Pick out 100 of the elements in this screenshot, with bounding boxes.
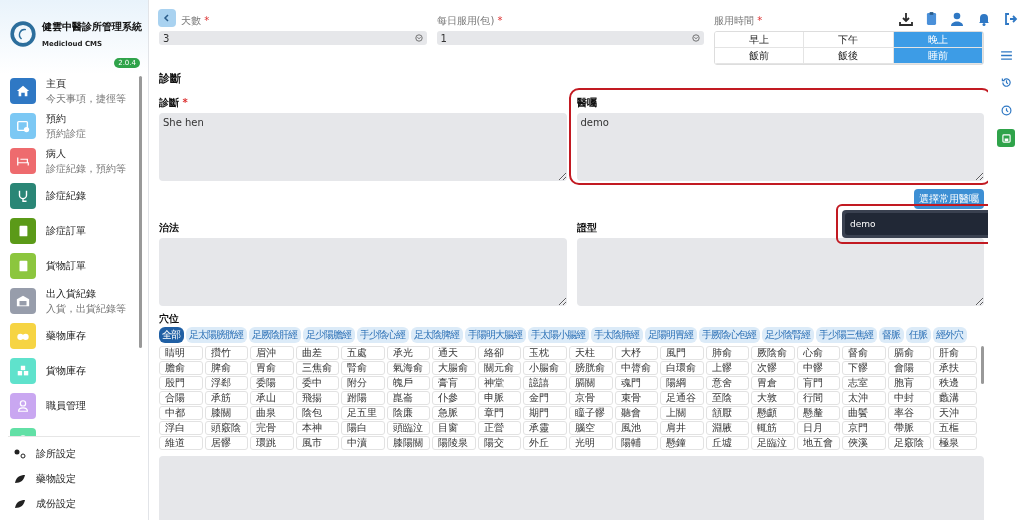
acupoint-option[interactable]: 白環俞: [660, 361, 704, 375]
nav-item[interactable]: 診症訂單: [10, 216, 139, 246]
nav-item[interactable]: 出入貨紀錄 入貨，出貨紀錄等: [10, 286, 139, 316]
acupoint-option[interactable]: 飛揚: [295, 391, 340, 405]
acupoint-option[interactable]: 陽輔: [614, 436, 659, 450]
acupoint-option[interactable]: 三焦俞: [295, 361, 340, 375]
nav-item[interactable]: 貨物訂單: [10, 251, 139, 281]
select-field[interactable]: 3: [159, 31, 427, 45]
acupoint-option[interactable]: 中都: [159, 406, 203, 420]
nav-item[interactable]: 預約 預約診症: [10, 111, 139, 141]
acupoint-option[interactable]: 下髎: [842, 361, 886, 375]
acupoint-option[interactable]: 頭臨泣: [386, 421, 431, 435]
acupoint-option[interactable]: 委中: [295, 376, 340, 390]
acupoint-option[interactable]: 膽俞: [159, 361, 203, 375]
suggestion-item[interactable]: demo: [845, 213, 988, 235]
menu-icon[interactable]: [1000, 51, 1012, 60]
acupoint-option[interactable]: 行間: [796, 391, 841, 405]
text-area[interactable]: She hen: [159, 113, 567, 181]
acupoint-option[interactable]: 外丘: [523, 436, 567, 450]
acupoint-option[interactable]: 瞳子髎: [569, 406, 613, 420]
acupoint-option[interactable]: 通天: [432, 346, 476, 360]
acupoint-option[interactable]: 中膂俞: [614, 361, 659, 375]
meridian-tab[interactable]: 手厥陰心包經: [699, 327, 760, 343]
acupoint-option[interactable]: 曲鬢: [842, 406, 886, 420]
acupoint-option[interactable]: 脾俞: [204, 361, 249, 375]
settings-link[interactable]: 藥物設定: [14, 466, 140, 491]
acupoint-option[interactable]: 魂門: [614, 376, 659, 390]
acupoint-option[interactable]: 中髎: [796, 361, 841, 375]
acupoint-option[interactable]: 完骨: [250, 421, 294, 435]
acupoint-option[interactable]: 肩井: [660, 421, 704, 435]
acupoint-option[interactable]: 承山: [250, 391, 294, 405]
acupoint-option[interactable]: 胃倉: [751, 376, 795, 390]
acupoint-option[interactable]: 胃俞: [250, 361, 294, 375]
acupoint-option[interactable]: 風池: [614, 421, 659, 435]
acupoint-option[interactable]: 陰包: [295, 406, 340, 420]
scrollbar-thumb[interactable]: [981, 346, 984, 384]
meridian-tab[interactable]: 經外穴: [933, 327, 967, 343]
acupoint-option[interactable]: 督俞: [842, 346, 886, 360]
acupoint-option[interactable]: 心俞: [796, 346, 841, 360]
acupoint-option[interactable]: 章門: [477, 406, 522, 420]
timing-option[interactable]: 下午: [804, 32, 894, 48]
meridian-tab[interactable]: 手太陰肺經: [591, 327, 643, 343]
acupoint-option[interactable]: 膈俞: [887, 346, 932, 360]
scrollbar-thumb[interactable]: [139, 76, 142, 348]
meridian-tab[interactable]: 督脈: [879, 327, 904, 343]
acupoint-option[interactable]: 帶脈: [887, 421, 932, 435]
acupoint-option[interactable]: 膈關: [569, 376, 613, 390]
acupoint-option[interactable]: 中封: [887, 391, 932, 405]
acupoint-option[interactable]: 頷厭: [705, 406, 750, 420]
acupoint-option[interactable]: 浮郄: [204, 376, 249, 390]
acupoint-option[interactable]: 金門: [523, 391, 567, 405]
select-field[interactable]: 1: [436, 31, 704, 45]
acupoint-option[interactable]: 淵腋: [705, 421, 750, 435]
acupoint-option[interactable]: 天沖: [933, 406, 977, 420]
acupoint-option[interactable]: 曲差: [295, 346, 340, 360]
meridian-tab[interactable]: 手少陰心經: [357, 327, 409, 343]
meridian-tab[interactable]: 手太陽小腸經: [528, 327, 589, 343]
settings-link[interactable]: 成份設定: [14, 491, 140, 516]
acupoint-option[interactable]: 地五會: [796, 436, 841, 450]
acupoint-option[interactable]: 魄戶: [386, 376, 431, 390]
acupoint-option[interactable]: 膀胱俞: [569, 361, 613, 375]
acupoint-option[interactable]: 居髎: [204, 436, 249, 450]
acupoint-option[interactable]: 曲泉: [250, 406, 294, 420]
acupoint-option[interactable]: 大敦: [751, 391, 795, 405]
timing-option[interactable]: 飯前: [715, 48, 805, 64]
acupoint-option[interactable]: 合陽: [159, 391, 203, 405]
acupoint-option[interactable]: 環跳: [250, 436, 294, 450]
download-icon[interactable]: [899, 11, 913, 26]
acupoint-option[interactable]: 足竅陰: [887, 436, 932, 450]
acupoint-option[interactable]: 丘墟: [705, 436, 750, 450]
acupoint-option[interactable]: 足五里: [341, 406, 385, 420]
meridian-tab[interactable]: 全部: [159, 327, 184, 343]
acupoint-option[interactable]: 五處: [341, 346, 385, 360]
timing-option[interactable]: 早上: [715, 32, 805, 48]
acupoint-option[interactable]: 小腸俞: [523, 361, 567, 375]
acupoint-option[interactable]: 崑崙: [386, 391, 431, 405]
acupoint-option[interactable]: 申脈: [477, 391, 522, 405]
acupoint-option[interactable]: 會陽: [887, 361, 932, 375]
acupoint-option[interactable]: 志室: [842, 376, 886, 390]
acupoint-option[interactable]: 眉沖: [250, 346, 294, 360]
nav-item[interactable]: 藥物庫存: [10, 321, 139, 351]
acupoint-option[interactable]: 至陰: [705, 391, 750, 405]
acupoint-option[interactable]: 跗陽: [341, 391, 385, 405]
acupoint-option[interactable]: 本神: [295, 421, 340, 435]
acupoint-option[interactable]: 膝關: [204, 406, 249, 420]
acupoint-option[interactable]: 束骨: [614, 391, 659, 405]
acupoint-option[interactable]: 輒筋: [751, 421, 795, 435]
acupoint-option[interactable]: 睛明: [159, 346, 203, 360]
acupoint-option[interactable]: 胞肓: [887, 376, 932, 390]
acupoint-option[interactable]: 日月: [796, 421, 841, 435]
acupoint-option[interactable]: 京骨: [569, 391, 613, 405]
clipboard-icon[interactable]: [926, 11, 937, 26]
clock-icon[interactable]: [1000, 105, 1012, 116]
acupoint-option[interactable]: 懸鐘: [660, 436, 704, 450]
acupoint-option[interactable]: 秩邊: [933, 376, 977, 390]
nav-item[interactable]: 職員管理: [10, 391, 139, 421]
acupoint-option[interactable]: 膏肓: [432, 376, 476, 390]
meridian-tab[interactable]: 足陽明胃經: [645, 327, 697, 343]
acupoint-option[interactable]: 神堂: [477, 376, 522, 390]
acupoint-option[interactable]: 腎俞: [341, 361, 385, 375]
